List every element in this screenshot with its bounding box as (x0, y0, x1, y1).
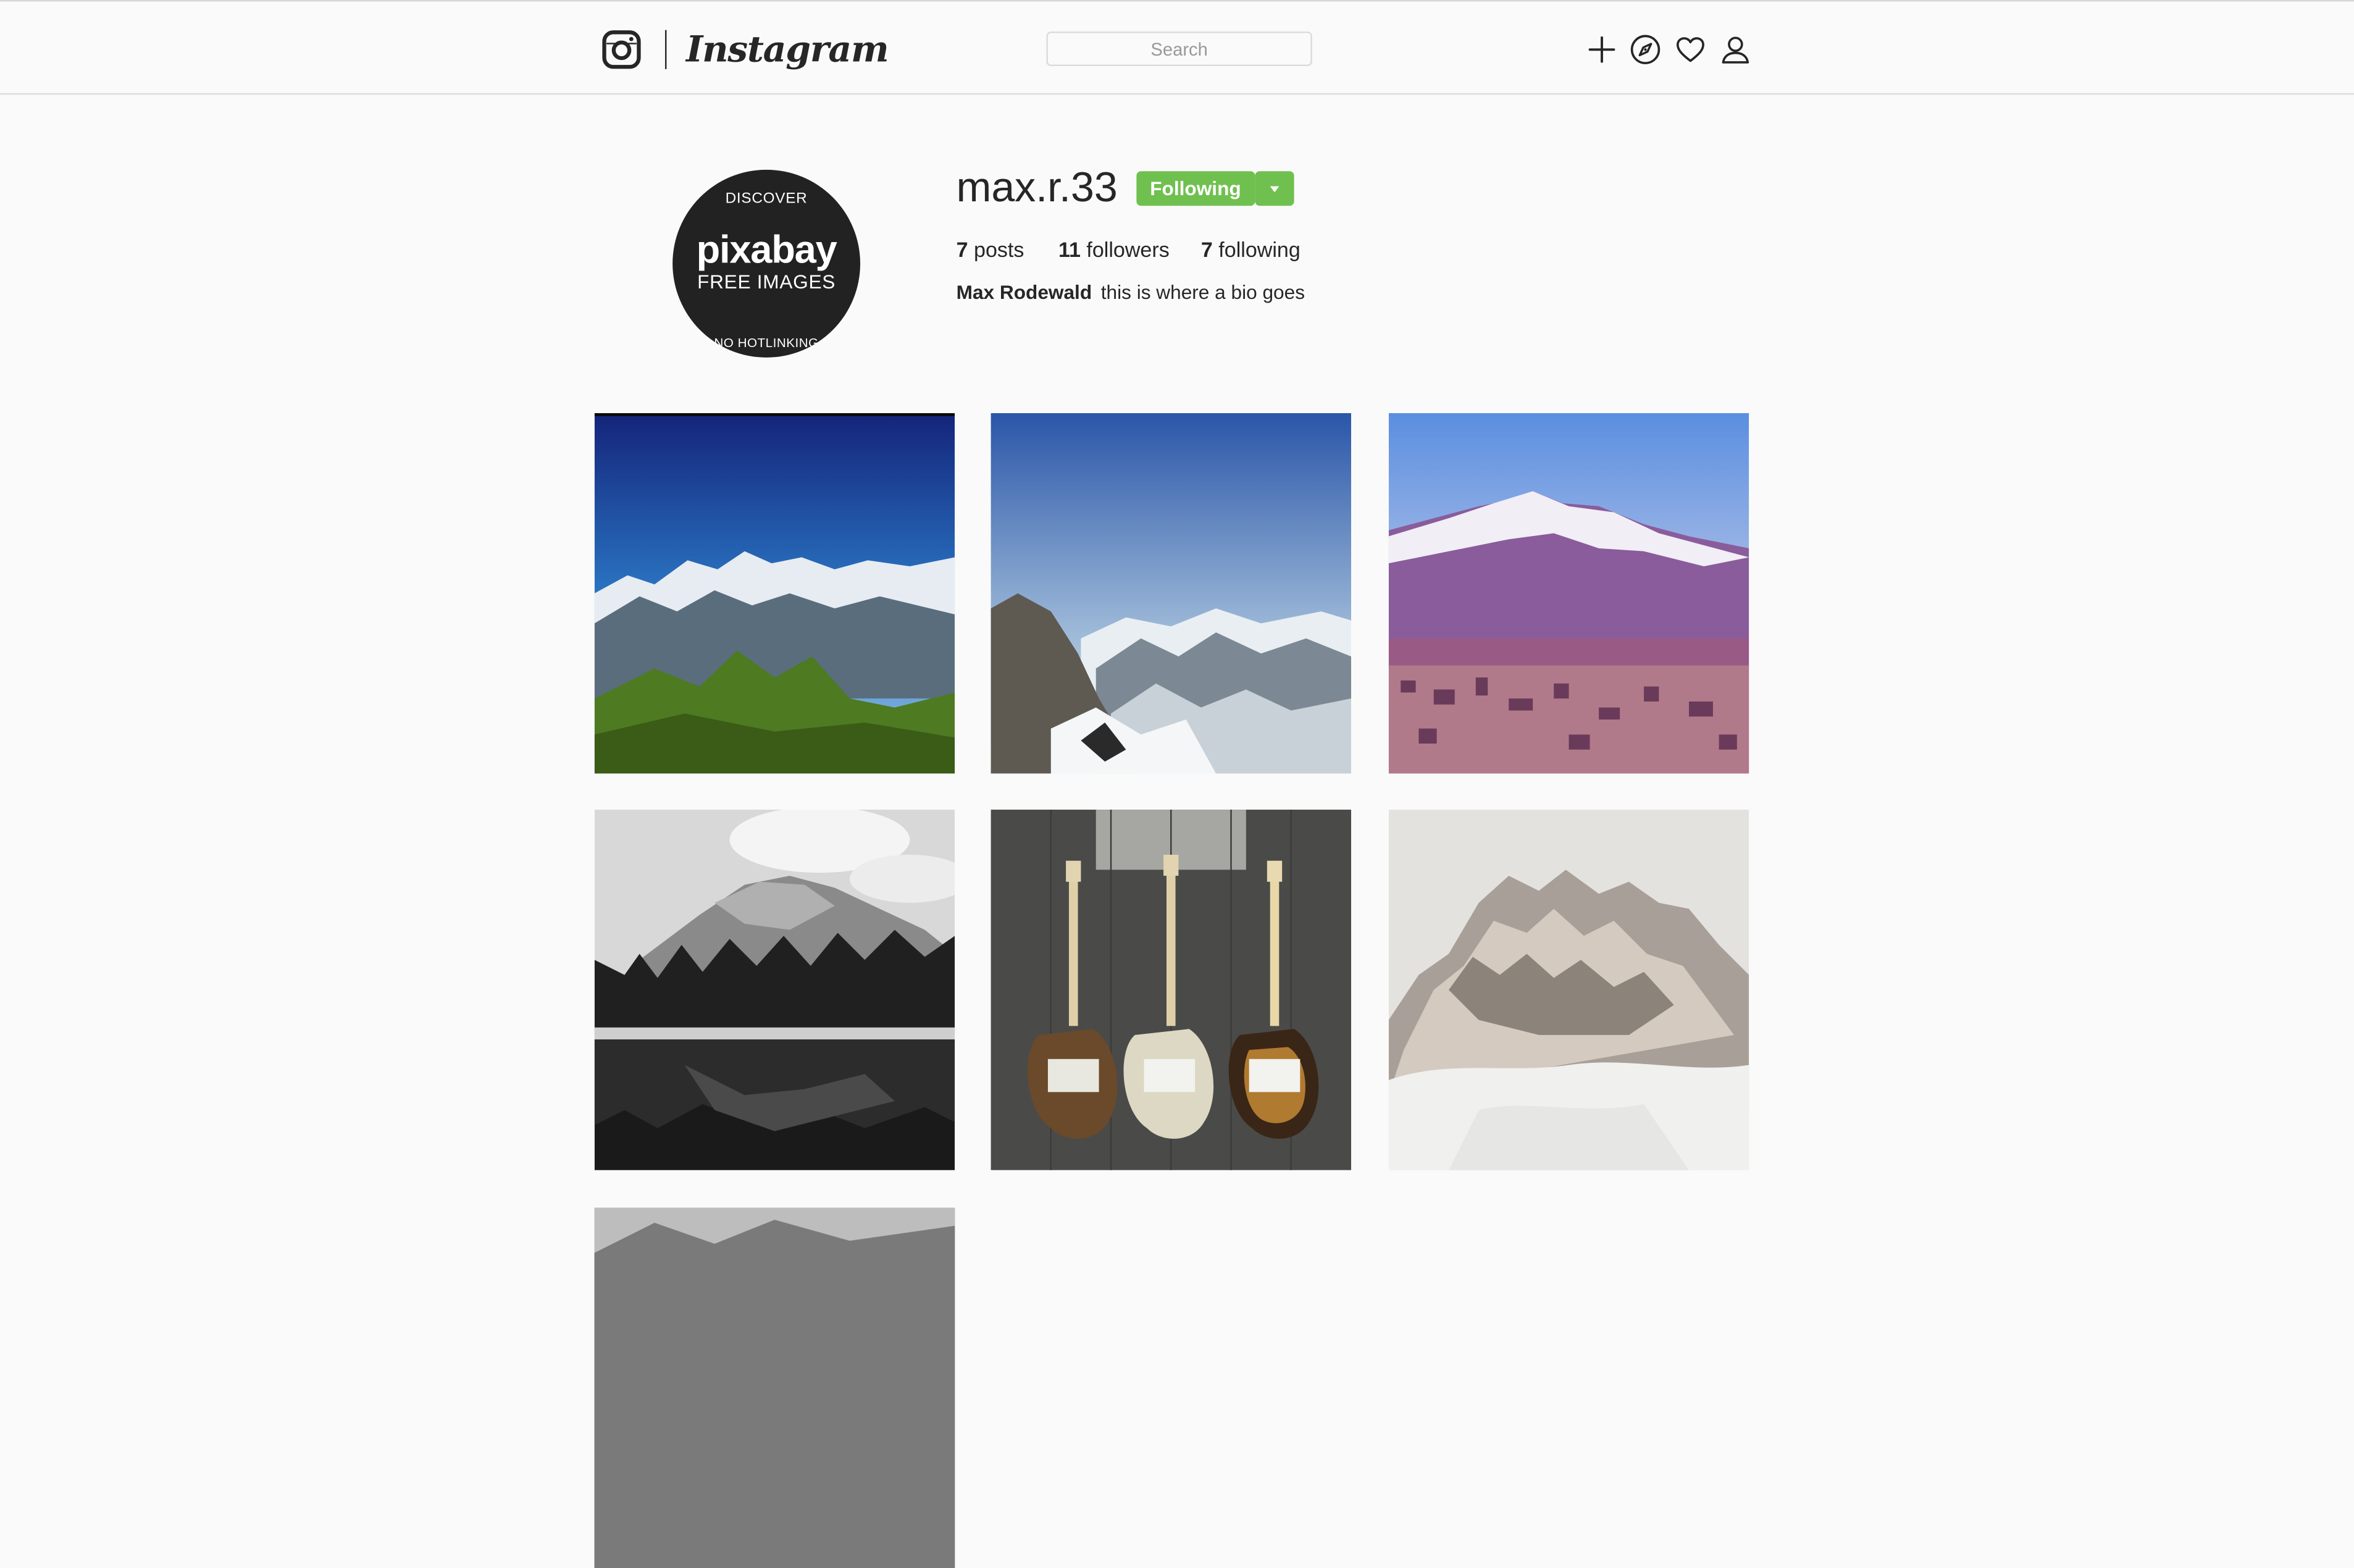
posts-count-stat: 7 posts (957, 234, 1024, 264)
profile-bio: Max Rodewald this is where a bio goes (957, 279, 1305, 306)
avatar-brand-text: pixabay (696, 227, 837, 272)
post-image (594, 1207, 955, 1568)
instagram-camera-icon[interactable] (602, 30, 641, 69)
post-tile[interactable] (594, 810, 955, 1170)
profile-full-name: Max Rodewald (956, 280, 1092, 304)
post-image (1388, 413, 1749, 774)
post-image (1388, 810, 1749, 1170)
posts-count: 7 (956, 237, 968, 262)
logo-divider (664, 30, 667, 69)
post-image (594, 810, 955, 1170)
plus-icon[interactable] (1585, 33, 1618, 67)
avatar-top-text: DISCOVER (725, 190, 808, 208)
post-image (991, 413, 1352, 774)
following-label: following (1218, 237, 1301, 262)
following-count: 7 (1200, 237, 1213, 262)
post-tile[interactable] (594, 413, 955, 774)
profile-bio-text: this is where a bio goes (1100, 280, 1305, 304)
post-tile[interactable] (1388, 413, 1749, 774)
user-icon[interactable] (1719, 33, 1752, 67)
posts-label: posts (974, 237, 1024, 262)
instagram-wordmark[interactable]: Instagram (686, 22, 889, 77)
post-tile[interactable] (594, 1207, 955, 1568)
search-input[interactable] (1046, 31, 1312, 67)
followers-count: 11 (1058, 237, 1081, 262)
page: Instagram DISCOVER (0, 0, 2354, 1568)
followers-label: followers (1086, 237, 1170, 262)
post-image (594, 413, 955, 774)
top-nav-bar: Instagram (0, 0, 2354, 95)
follow-dropdown-caret-icon[interactable] (1255, 171, 1294, 206)
post-tile[interactable] (991, 810, 1352, 1170)
compass-icon[interactable] (1629, 33, 1662, 67)
post-tile[interactable] (991, 413, 1352, 774)
following-button[interactable]: Following (1136, 171, 1255, 206)
avatar-bottom-text: NO HOTLINKING (714, 335, 819, 350)
post-image (991, 810, 1352, 1170)
followers-stat[interactable]: 11 followers (1058, 234, 1170, 264)
following-stat[interactable]: 7 following (1201, 234, 1301, 264)
post-tile[interactable] (1388, 810, 1749, 1170)
profile-avatar[interactable]: DISCOVER pixabay FREE IMAGES NO HOTLINKI… (672, 169, 861, 358)
profile-username: max.r.33 (956, 164, 1118, 211)
avatar-middle-text: FREE IMAGES (697, 270, 836, 293)
heart-icon[interactable] (1674, 33, 1707, 67)
